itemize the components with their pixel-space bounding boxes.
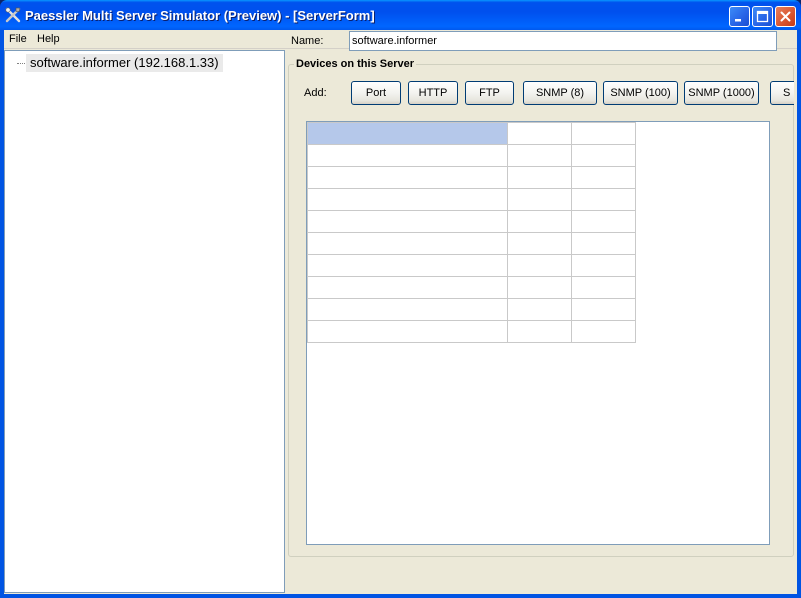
add-port-button[interactable]: Port — [351, 81, 401, 105]
table-cell[interactable] — [571, 122, 636, 145]
table-row[interactable] — [307, 254, 636, 277]
table-cell[interactable] — [307, 232, 508, 255]
table-cell[interactable] — [571, 144, 636, 167]
add-snmp8-button[interactable]: SNMP (8) — [523, 81, 597, 105]
title-bar[interactable]: Paessler Multi Server Simulator (Preview… — [0, 0, 801, 30]
table-cell[interactable] — [507, 144, 572, 167]
table-cell[interactable] — [571, 188, 636, 211]
table-cell[interactable] — [571, 232, 636, 255]
app-window: Paessler Multi Server Simulator (Preview… — [0, 0, 801, 598]
window-frame-bottom — [0, 594, 801, 598]
table-cell[interactable] — [507, 298, 572, 321]
window-frame-right — [797, 30, 801, 598]
table-cell[interactable] — [571, 254, 636, 277]
devices-group-title: Devices on this Server — [294, 58, 417, 70]
table-cell[interactable] — [507, 254, 572, 277]
menu-help[interactable]: Help — [37, 33, 60, 45]
devices-table — [307, 122, 636, 343]
name-input[interactable] — [349, 31, 777, 51]
table-cell[interactable] — [571, 298, 636, 321]
table-cell[interactable] — [507, 232, 572, 255]
add-ftp-button[interactable]: FTP — [465, 81, 514, 105]
add-snmp1000-button[interactable]: SNMP (1000) — [684, 81, 759, 105]
table-row[interactable] — [307, 232, 636, 255]
table-row[interactable] — [307, 298, 636, 321]
table-row[interactable] — [307, 210, 636, 233]
table-cell[interactable] — [307, 276, 508, 299]
table-cell[interactable] — [307, 254, 508, 277]
table-cell[interactable] — [507, 166, 572, 189]
table-cell[interactable] — [307, 298, 508, 321]
table-cell[interactable] — [507, 320, 572, 343]
table-cell[interactable] — [307, 320, 508, 343]
table-cell[interactable] — [571, 276, 636, 299]
table-cell[interactable] — [507, 276, 572, 299]
name-label: Name: — [291, 35, 324, 47]
table-cell[interactable] — [507, 210, 572, 233]
add-http-button[interactable]: HTTP — [408, 81, 458, 105]
tools-icon — [5, 7, 21, 23]
table-cell[interactable] — [571, 320, 636, 343]
minimize-button[interactable] — [729, 6, 750, 27]
add-buttons-strip: Port HTTP FTP SNMP (8) SNMP (100) SNMP (… — [288, 78, 794, 110]
window-title: Paessler Multi Server Simulator (Preview… — [25, 8, 375, 23]
table-cell[interactable] — [307, 122, 508, 145]
add-more-button[interactable]: S — [770, 81, 794, 105]
table-row[interactable] — [307, 188, 636, 211]
table-cell[interactable] — [307, 210, 508, 233]
close-icon — [780, 11, 791, 22]
table-cell[interactable] — [307, 144, 508, 167]
server-tree[interactable]: software.informer (192.168.1.33) — [4, 50, 285, 593]
table-row[interactable] — [307, 122, 636, 145]
tree-node-server[interactable]: software.informer (192.168.1.33) — [26, 54, 223, 72]
maximize-button[interactable] — [752, 6, 773, 27]
menu-file[interactable]: File — [9, 33, 27, 45]
add-snmp100-button[interactable]: SNMP (100) — [603, 81, 678, 105]
table-row[interactable] — [307, 166, 636, 189]
table-row[interactable] — [307, 144, 636, 167]
close-button[interactable] — [775, 6, 796, 27]
table-cell[interactable] — [307, 166, 508, 189]
table-cell[interactable] — [507, 122, 572, 145]
table-cell[interactable] — [571, 166, 636, 189]
table-row[interactable] — [307, 276, 636, 299]
minimize-icon — [735, 19, 741, 22]
table-row[interactable] — [307, 320, 636, 343]
maximize-icon — [756, 10, 769, 23]
table-cell[interactable] — [307, 188, 508, 211]
table-cell[interactable] — [507, 188, 572, 211]
devices-grid[interactable] — [306, 121, 770, 545]
table-cell[interactable] — [571, 210, 636, 233]
